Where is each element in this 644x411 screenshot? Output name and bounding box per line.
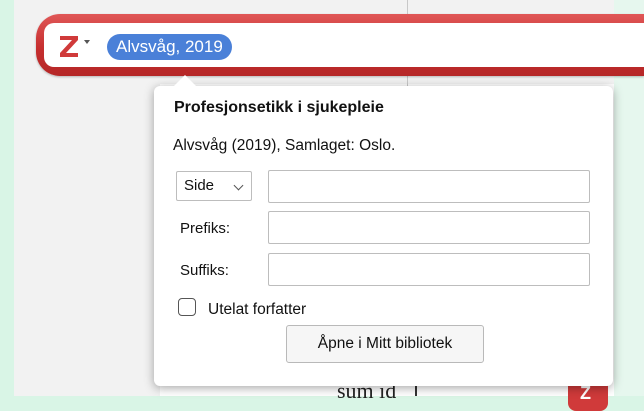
chevron-down-icon[interactable] [84, 40, 90, 44]
item-citation: Alvsvåg (2019), Samlaget: Oslo. [173, 137, 396, 154]
locator-select[interactable]: Side [176, 171, 252, 201]
citation-bubble[interactable]: Alvsvåg, 2019 [107, 34, 232, 60]
suffix-input[interactable] [268, 253, 590, 286]
zotero-logo-icon[interactable] [58, 32, 80, 58]
locator-input[interactable] [268, 170, 590, 203]
prefix-input[interactable] [268, 211, 590, 244]
omit-author-label[interactable]: Utelat forfatter [208, 301, 306, 319]
locator-selected: Side [184, 177, 215, 194]
item-title: Profesjonsetikk i sjukepleie [174, 99, 384, 116]
chevron-down-icon [233, 180, 244, 191]
popup-arrow [173, 75, 197, 87]
suffix-label: Suffiks: [180, 262, 229, 279]
prefix-label: Prefiks: [180, 220, 231, 237]
omit-author-checkbox[interactable] [178, 298, 196, 316]
open-in-library-button[interactable]: Åpne i Mitt bibliotek [286, 325, 484, 363]
